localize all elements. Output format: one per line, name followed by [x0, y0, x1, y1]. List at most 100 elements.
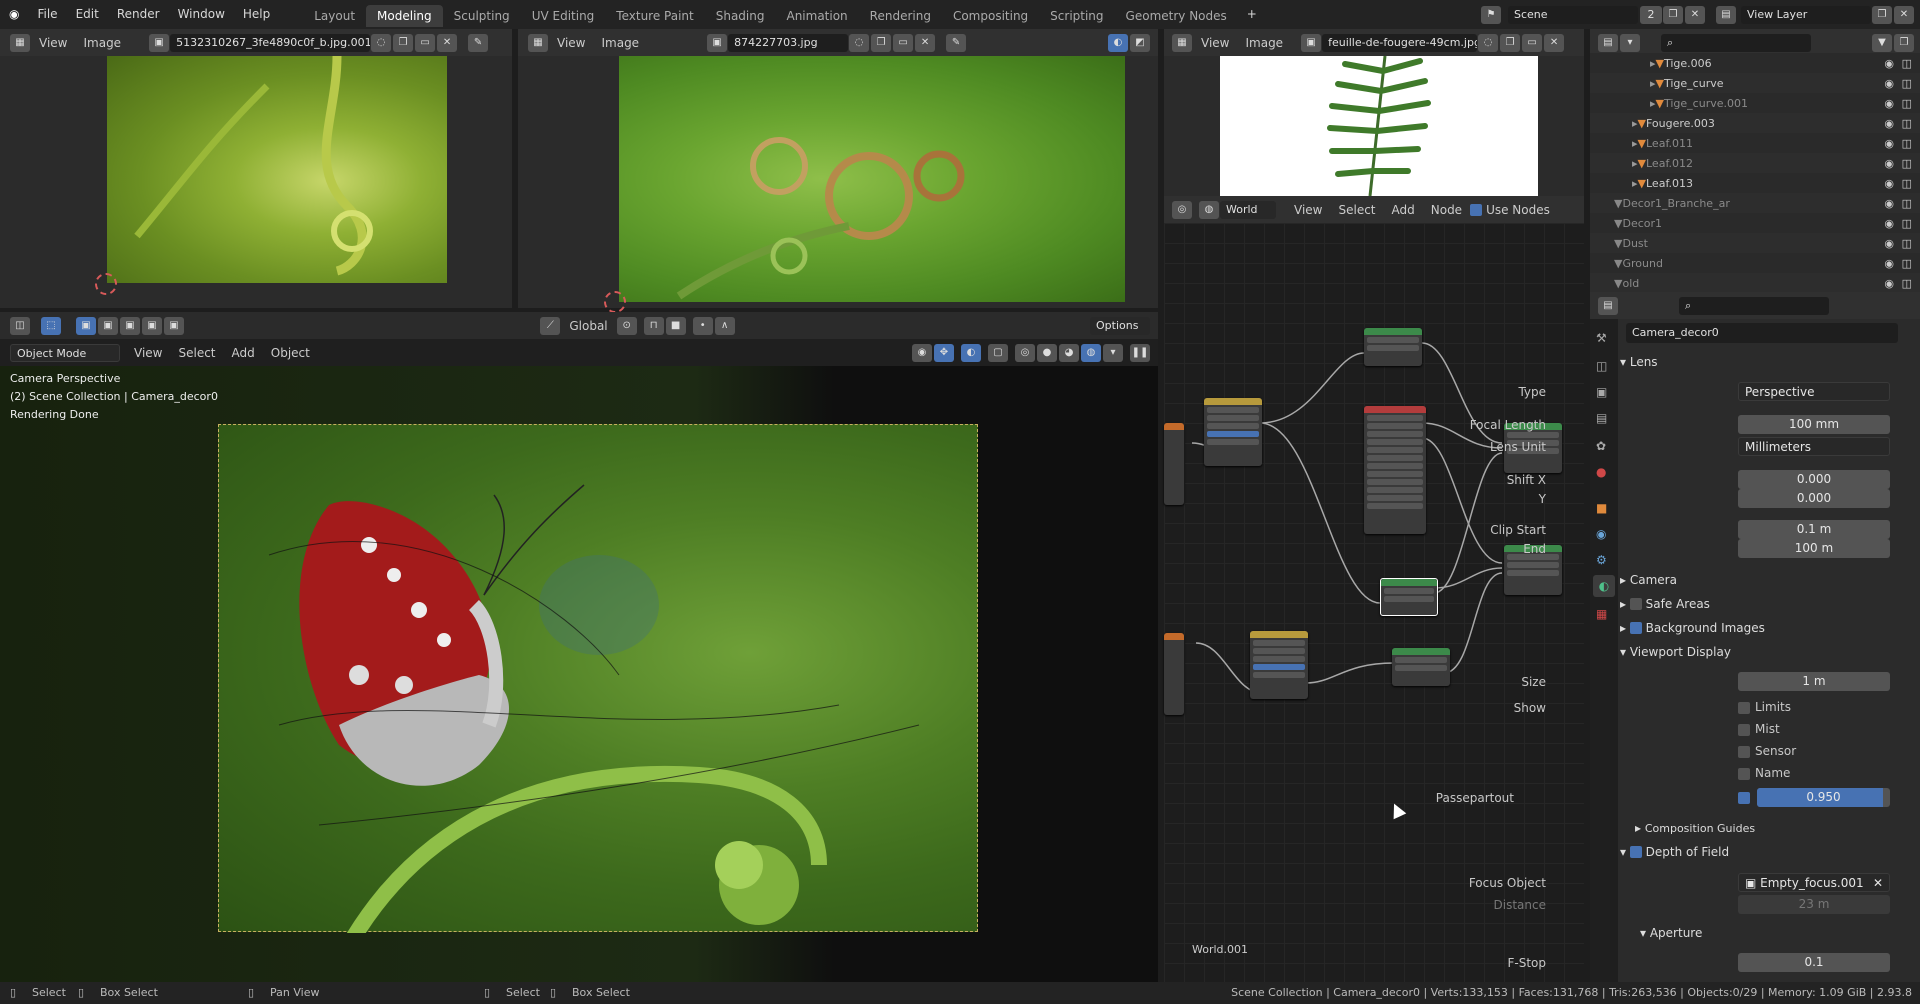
open-image-icon[interactable]: ▭ [1522, 33, 1543, 52]
view-menu[interactable]: View [549, 36, 593, 50]
node-menu[interactable]: Node [1423, 203, 1470, 217]
unlink-image-icon[interactable]: ✕ [1544, 33, 1565, 52]
world-shader-icon[interactable]: ◍ [1199, 200, 1219, 219]
texture-tab-icon[interactable]: ▦ [1596, 607, 1607, 621]
select-invert-icon[interactable]: ▣ [142, 316, 162, 335]
clear-focus-icon[interactable]: ✕ [1873, 874, 1883, 893]
light-path-node[interactable] [1364, 406, 1426, 534]
tool-tab-icon[interactable]: ⚒ [1596, 331, 1607, 345]
editor-type-icon[interactable]: ▦ [10, 33, 30, 52]
overlay-icon[interactable]: ◐ [1108, 33, 1128, 52]
new-collection-icon[interactable]: ❐ [1894, 33, 1914, 52]
image-menu[interactable]: Image [1237, 36, 1291, 50]
tab-compositing[interactable]: Compositing [942, 5, 1039, 27]
view-menu[interactable]: View [1286, 203, 1330, 217]
overlay-icon[interactable]: ◐ [961, 343, 981, 362]
type-dropdown[interactable]: Perspective [1738, 382, 1890, 401]
clip-start-field[interactable]: 0.1 m [1738, 520, 1890, 539]
view-menu[interactable]: View [1193, 36, 1237, 50]
lens-unit-dropdown[interactable]: Millimeters [1738, 437, 1890, 456]
visibility-eye-icon[interactable]: ◉ [1884, 77, 1894, 90]
visibility-eye-icon[interactable]: ◉ [1884, 57, 1894, 70]
render-tab-icon[interactable]: ◫ [1596, 359, 1607, 373]
solid-shading-icon[interactable]: ● [1037, 343, 1057, 362]
fake-user-icon[interactable]: ◌ [1478, 33, 1499, 52]
tab-texture-paint[interactable]: Texture Paint [605, 5, 704, 27]
image-browse-icon[interactable]: ▣ [149, 33, 170, 52]
menu-window[interactable]: Window [169, 0, 234, 29]
use-nodes-checkbox[interactable] [1470, 203, 1483, 216]
delete-view-layer-icon[interactable]: ✕ [1894, 5, 1914, 24]
composition-guides-section[interactable]: ▸ Composition Guides [1635, 817, 1915, 839]
open-image-icon[interactable]: ▭ [893, 33, 914, 52]
render-visibility-icon[interactable]: ◫ [1902, 157, 1912, 170]
3d-viewport-canvas[interactable]: Camera Perspective (2) Scene Collection … [0, 366, 1158, 982]
view-layer-tab-icon[interactable]: ▤ [1596, 411, 1607, 425]
camera-data-name-field[interactable]: Camera_decor0 [1626, 323, 1898, 343]
material-shading-icon[interactable]: ◕ [1059, 343, 1079, 362]
select-menu[interactable]: Select [1330, 203, 1383, 217]
sensor-checkbox[interactable] [1738, 746, 1750, 758]
editor-type-icon[interactable]: ▤ [1598, 296, 1618, 315]
scene-tab-icon[interactable]: ✿ [1596, 439, 1606, 453]
tab-modeling[interactable]: Modeling [366, 5, 443, 27]
new-image-icon[interactable]: ❐ [1500, 33, 1521, 52]
select-new-icon[interactable]: ▣ [76, 316, 96, 335]
outliner-row[interactable]: ▼ Decor1_Branche_ar ◉ ◫ [1590, 193, 1920, 213]
image-editor-2-canvas[interactable] [518, 56, 1158, 313]
add-menu[interactable]: Add [224, 346, 263, 360]
image-menu[interactable]: Image [75, 36, 129, 50]
select-subtract-icon[interactable]: ▣ [120, 316, 140, 335]
filter-icon[interactable]: ▼ [1872, 33, 1892, 52]
tab-scripting[interactable]: Scripting [1039, 5, 1114, 27]
visibility-eye-icon[interactable]: ◉ [1884, 277, 1894, 290]
depth-of-field-section[interactable]: ▾ Depth of Field [1620, 841, 1900, 863]
shift-x-field[interactable]: 0.000 [1738, 470, 1890, 489]
proportional-icon[interactable]: • [692, 316, 713, 335]
view-layer-icon[interactable]: ▤ [1716, 5, 1736, 24]
add-menu[interactable]: Add [1384, 203, 1423, 217]
image-browse-icon[interactable]: ▣ [1301, 33, 1322, 52]
outliner-search-field[interactable]: ⌕ [1661, 33, 1811, 52]
focal-length-field[interactable]: 100 mm [1738, 415, 1890, 434]
tab-animation[interactable]: Animation [775, 5, 858, 27]
safe-areas-checkbox[interactable] [1629, 598, 1642, 610]
editor-type-icon[interactable]: ▤ [1598, 33, 1618, 52]
tab-geometry-nodes[interactable]: Geometry Nodes [1115, 5, 1238, 27]
rendered-shading-icon[interactable]: ◍ [1081, 343, 1101, 362]
visibility-eye-icon[interactable]: ◉ [1884, 157, 1894, 170]
outliner-row[interactable]: ▸ ▼ Leaf.012 ◉ ◫ [1590, 153, 1920, 173]
menu-render[interactable]: Render [108, 0, 169, 29]
outliner-row[interactable]: ▼ Decor1 ◉ ◫ [1590, 213, 1920, 233]
node-editor-canvas[interactable]: World.001 [1164, 223, 1584, 982]
render-visibility-icon[interactable]: ◫ [1902, 277, 1912, 290]
image-name-field[interactable]: 874227703.jpg [728, 33, 849, 52]
blender-logo-icon[interactable]: ◉ [0, 0, 28, 29]
tab-rendering[interactable]: Rendering [859, 5, 942, 27]
visibility-eye-icon[interactable]: ◉ [1884, 97, 1894, 110]
image-name-field[interactable]: 5132310267_3fe4890c0f_b.jpg.001 [170, 33, 371, 52]
camera-section[interactable]: ▸ Camera [1620, 569, 1900, 591]
falloff-icon[interactable]: ∧ [714, 316, 735, 335]
render-visibility-icon[interactable]: ◫ [1902, 77, 1912, 90]
clip-end-field[interactable]: 100 m [1738, 539, 1890, 558]
gizmo-icon[interactable]: ✥ [934, 343, 954, 362]
aperture-section[interactable]: ▾ Aperture [1640, 922, 1920, 944]
visibility-eye-icon[interactable]: ◉ [1884, 137, 1894, 150]
menu-edit[interactable]: Edit [67, 0, 108, 29]
background-node-1[interactable] [1364, 328, 1422, 366]
f-stop-field[interactable]: 0.1 [1738, 953, 1890, 972]
output-tab-icon[interactable]: ▣ [1596, 385, 1607, 399]
passepartout-checkbox[interactable] [1738, 792, 1750, 804]
outliner-row[interactable]: ▸ ▼ Leaf.013 ◉ ◫ [1590, 173, 1920, 193]
transform-orientation-icon[interactable]: ⟋ [540, 316, 561, 335]
image-texture-node-2[interactable] [1164, 633, 1184, 715]
outliner-row[interactable]: ▸ ▼ Tige.006 ◉ ◫ [1590, 53, 1920, 73]
snap-icon[interactable]: ⊓ [643, 316, 664, 335]
mode-dropdown[interactable]: Object Mode [10, 343, 120, 362]
limits-checkbox[interactable] [1738, 702, 1750, 714]
image-browse-icon[interactable]: ▣ [707, 33, 728, 52]
outliner-row[interactable]: ▼ Ground ◉ ◫ [1590, 253, 1920, 273]
physics-tab-icon[interactable]: ◉ [1596, 527, 1606, 541]
visibility-eye-icon[interactable]: ◉ [1884, 177, 1894, 190]
